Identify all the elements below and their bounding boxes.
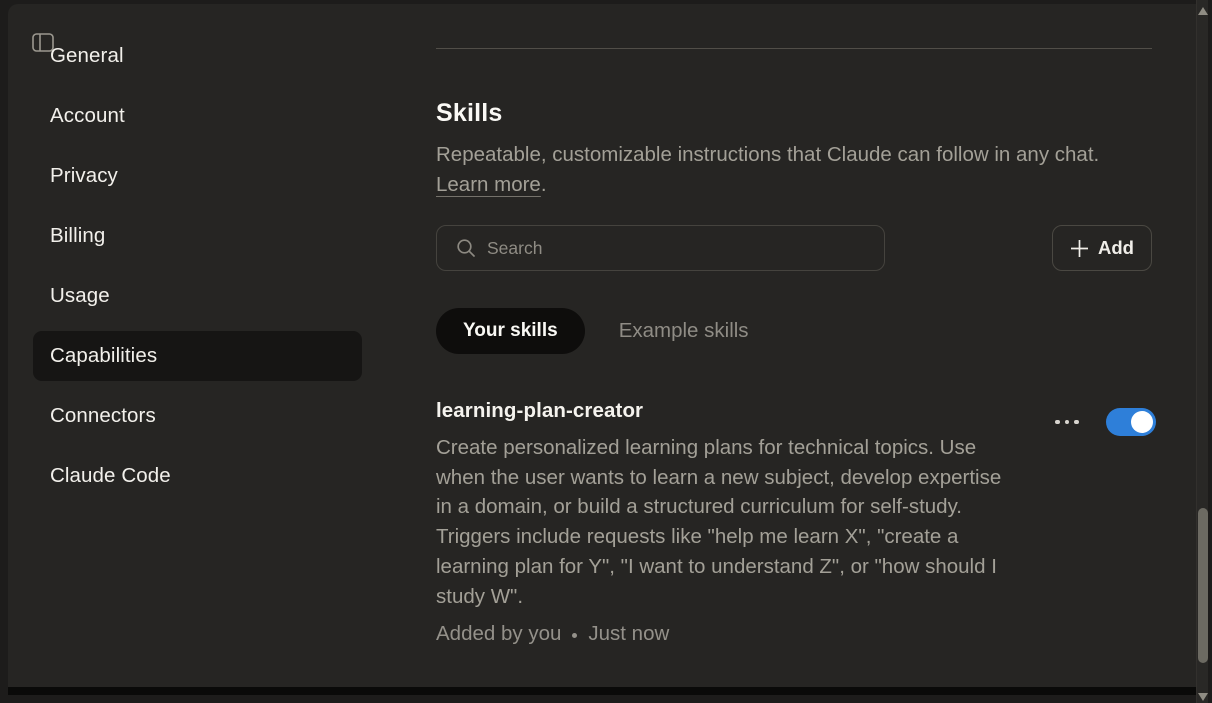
dot xyxy=(1074,420,1079,425)
tab-example-skills[interactable]: Example skills xyxy=(619,319,749,343)
plus-icon xyxy=(1070,239,1089,258)
tab-your-skills[interactable]: Your skills xyxy=(436,308,585,354)
sidebar-item-connectors[interactable]: Connectors xyxy=(33,391,362,441)
settings-panel: General Account Privacy Billing Usage Ca… xyxy=(8,4,1196,695)
sidebar-item-billing[interactable]: Billing xyxy=(33,211,362,261)
add-skill-button[interactable]: Add xyxy=(1052,225,1152,271)
tab-label: Your skills xyxy=(463,320,558,342)
page-title: Skills xyxy=(436,99,503,128)
scrollbar[interactable] xyxy=(1196,0,1208,703)
scrollbar-thumb[interactable] xyxy=(1198,508,1208,663)
learn-more-link[interactable]: Learn more xyxy=(436,173,541,196)
tab-label: Example skills xyxy=(619,319,749,342)
sidebar-item-account[interactable]: Account xyxy=(33,91,362,141)
sidebar-item-usage[interactable]: Usage xyxy=(33,271,362,321)
window-bottom-edge xyxy=(8,687,1204,695)
dot xyxy=(1055,420,1060,425)
skill-timestamp: Just now xyxy=(588,622,669,646)
sidebar-item-label: Usage xyxy=(50,284,110,308)
sidebar-item-label: Connectors xyxy=(50,404,156,428)
learn-more-suffix: . xyxy=(541,173,547,196)
skills-search[interactable] xyxy=(436,225,885,271)
scroll-down-arrow-icon[interactable] xyxy=(1198,693,1208,701)
add-button-label: Add xyxy=(1098,237,1134,259)
settings-window: General Account Privacy Billing Usage Ca… xyxy=(0,0,1212,703)
skills-tabs: Your skills Example skills xyxy=(436,308,749,354)
sidebar-item-general[interactable]: General xyxy=(33,31,362,81)
page-description: Repeatable, customizable instructions th… xyxy=(436,140,1126,200)
skill-enabled-toggle[interactable] xyxy=(1106,408,1156,436)
sidebar-item-label: Privacy xyxy=(50,164,118,188)
search-input[interactable] xyxy=(487,238,870,259)
skill-meta: Added by you Just now xyxy=(436,622,669,646)
section-divider xyxy=(436,48,1152,49)
sidebar-item-label: General xyxy=(50,44,124,68)
sidebar-item-label: Account xyxy=(50,104,125,128)
skill-added-by: Added by you xyxy=(436,622,561,646)
sidebar-item-label: Claude Code xyxy=(50,464,171,488)
sidebar-item-claude-code[interactable]: Claude Code xyxy=(33,451,362,501)
meta-separator-dot xyxy=(572,633,577,638)
sidebar-item-label: Billing xyxy=(50,224,105,248)
dot xyxy=(1065,420,1070,425)
skill-name: learning-plan-creator xyxy=(436,399,643,423)
toggle-knob xyxy=(1131,411,1153,433)
search-icon xyxy=(456,238,476,258)
page-description-text: Repeatable, customizable instructions th… xyxy=(436,143,1099,166)
scroll-up-arrow-icon[interactable] xyxy=(1198,7,1208,15)
sidebar-item-label: Capabilities xyxy=(50,344,157,368)
skill-description: Create personalized learning plans for t… xyxy=(436,433,1011,611)
skill-options-button[interactable] xyxy=(1050,410,1084,434)
settings-sidebar: General Account Privacy Billing Usage Ca… xyxy=(8,4,428,695)
sidebar-item-privacy[interactable]: Privacy xyxy=(33,151,362,201)
sidebar-item-capabilities[interactable]: Capabilities xyxy=(33,331,362,381)
